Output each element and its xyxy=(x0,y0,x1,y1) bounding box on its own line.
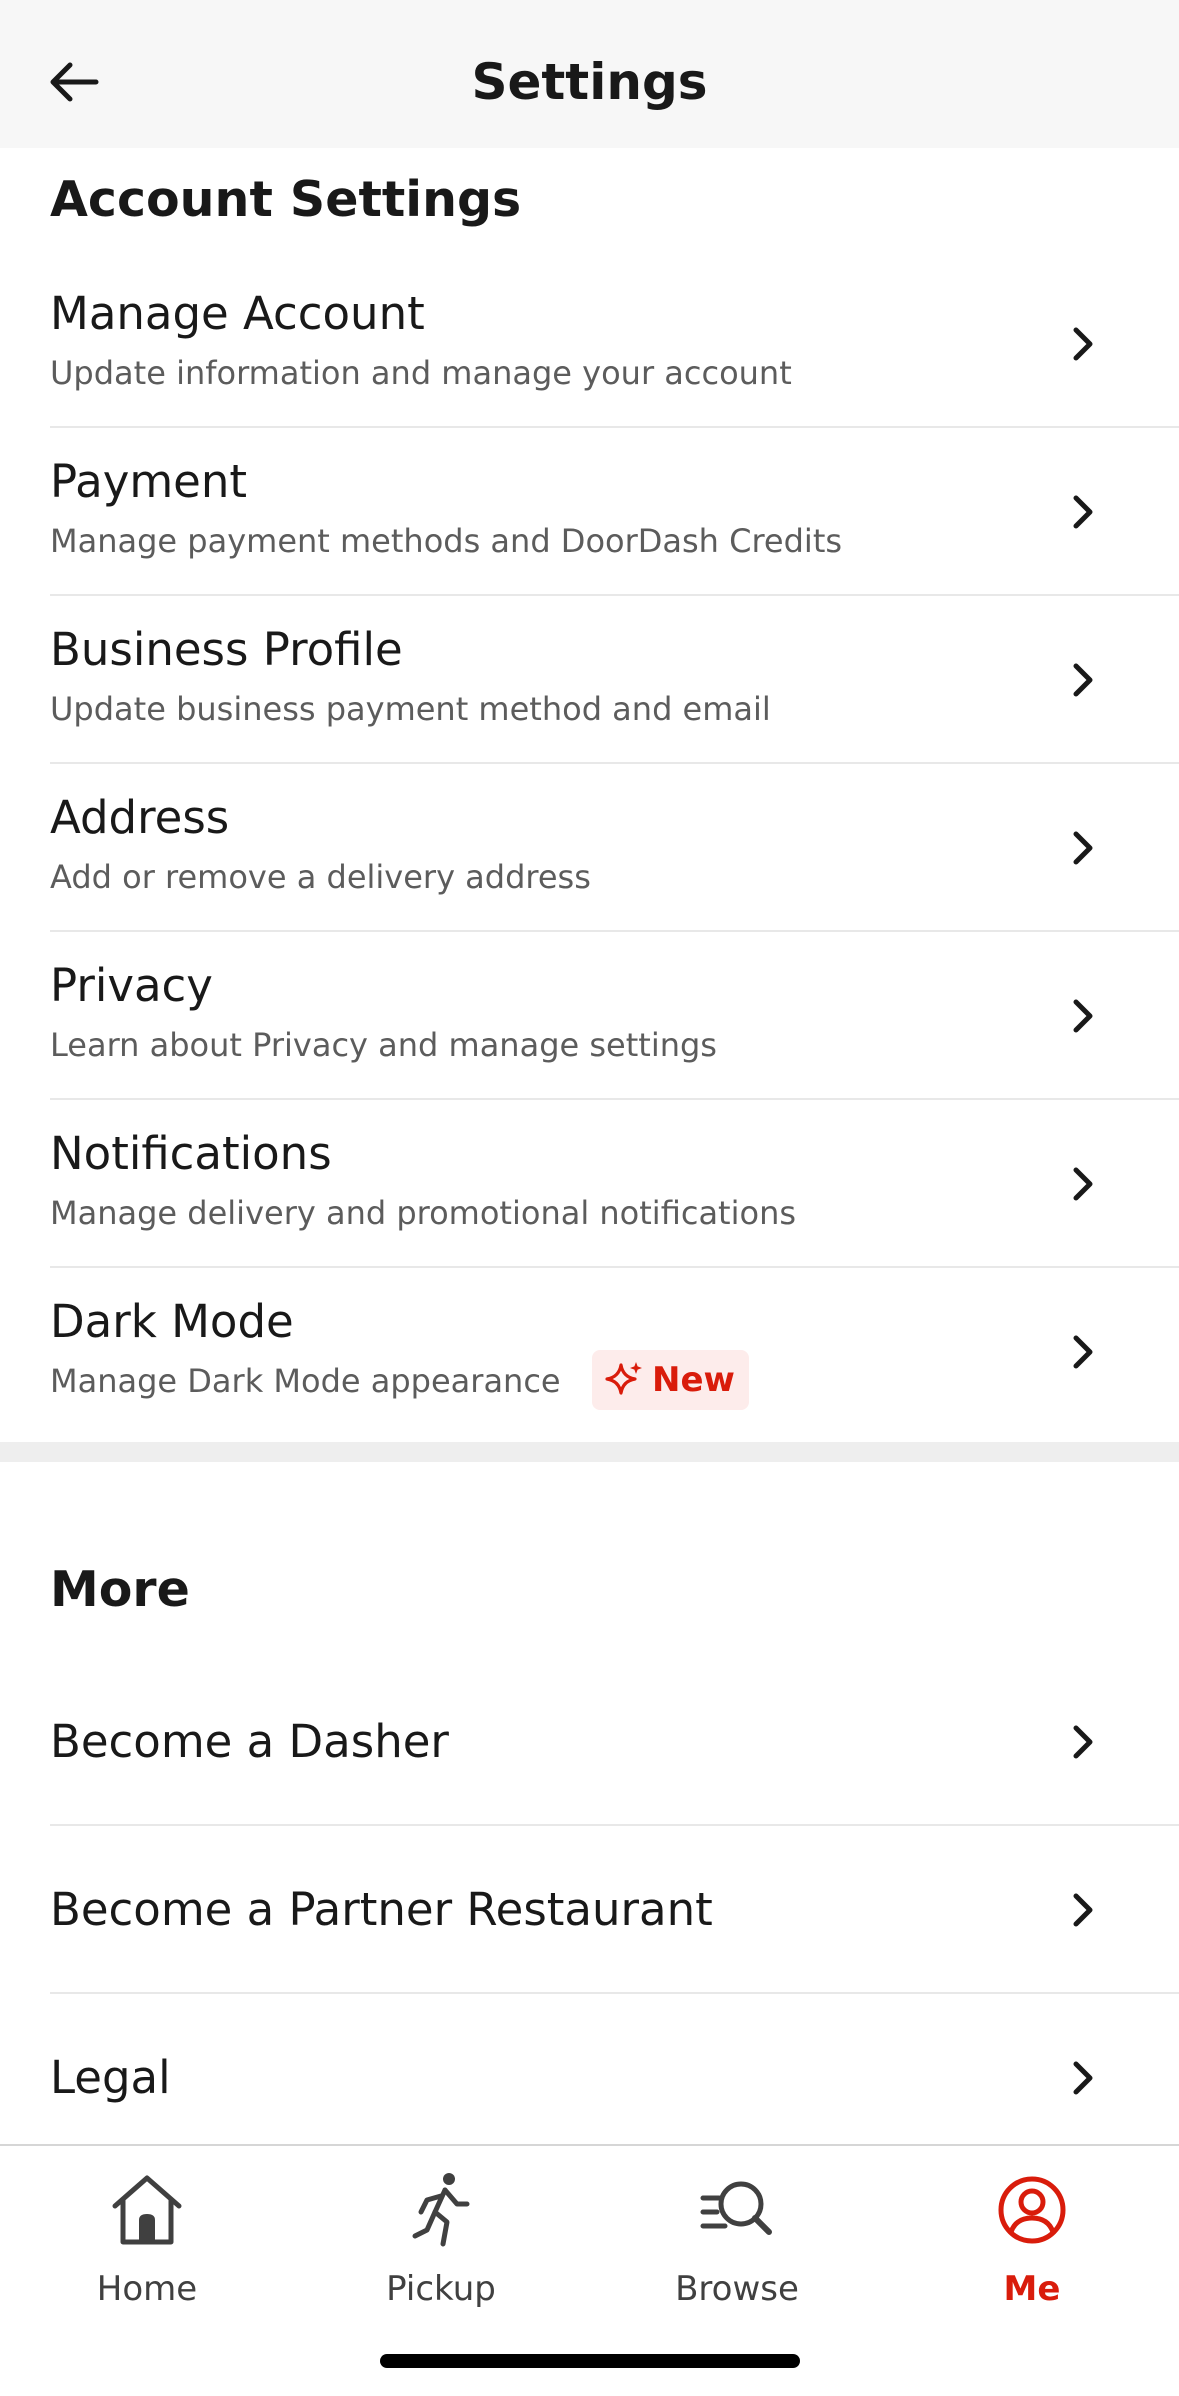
tab-home[interactable]: Home xyxy=(37,2164,257,2324)
sparkle-icon xyxy=(605,1362,642,1395)
settings-item-subtitle: Manage delivery and promotional notifica… xyxy=(50,1194,797,1232)
pickup-icon xyxy=(412,2173,470,2247)
new-badge-label: New xyxy=(652,1360,735,1400)
settings-item-dark-mode[interactable]: Dark Mode Manage Dark Mode appearance Ne… xyxy=(0,1268,1179,1436)
settings-item-address[interactable]: Address Add or remove a delivery address xyxy=(0,764,1179,932)
settings-item-subtitle: Add or remove a delivery address xyxy=(50,858,591,896)
home-icon xyxy=(112,2175,182,2245)
tab-label: Me xyxy=(1003,2269,1061,2309)
chevron-right-icon xyxy=(1073,1893,1093,1927)
tab-me[interactable]: Me xyxy=(922,2164,1142,2324)
me-icon xyxy=(998,2176,1066,2244)
settings-item-notifications[interactable]: Notifications Manage delivery and promot… xyxy=(0,1100,1179,1268)
tab-browse[interactable]: Browse xyxy=(627,2164,847,2324)
header: Settings xyxy=(0,0,1179,148)
tab-label: Home xyxy=(96,2269,198,2309)
settings-item-title: Dark Mode xyxy=(50,1295,294,1348)
chevron-right-icon xyxy=(1073,1725,1093,1759)
settings-item-become-a-dasher[interactable]: Become a Dasher xyxy=(0,1658,1179,1826)
settings-item-business-profile[interactable]: Business Profile Update business payment… xyxy=(0,596,1179,764)
tab-label: Pickup xyxy=(386,2269,496,2309)
settings-item-title: Privacy xyxy=(50,959,213,1012)
home-indicator xyxy=(380,2354,800,2368)
settings-item-title: Become a Dasher xyxy=(50,1715,449,1768)
settings-item-title: Manage Account xyxy=(50,287,425,340)
settings-item-subtitle: Learn about Privacy and manage settings xyxy=(50,1026,717,1064)
chevron-right-icon xyxy=(1073,831,1093,865)
chevron-right-icon xyxy=(1073,495,1093,529)
settings-item-payment[interactable]: Payment Manage payment methods and DoorD… xyxy=(0,428,1179,596)
chevron-right-icon xyxy=(1073,327,1093,361)
settings-item-subtitle: Manage Dark Mode appearance xyxy=(50,1362,561,1400)
settings-item-subtitle: Update information and manage your accou… xyxy=(50,354,792,392)
chevron-right-icon xyxy=(1073,1167,1093,1201)
settings-item-become-a-partner-restaurant[interactable]: Become a Partner Restaurant xyxy=(0,1826,1179,1994)
settings-item-title: Legal xyxy=(50,2051,171,2104)
browse-icon xyxy=(700,2181,772,2235)
settings-item-title: Business Profile xyxy=(50,623,403,676)
settings-item-manage-account[interactable]: Manage Account Update information and ma… xyxy=(0,260,1179,428)
chevron-right-icon xyxy=(1073,999,1093,1033)
settings-item-subtitle: Manage payment methods and DoorDash Cred… xyxy=(50,522,843,560)
new-badge: New xyxy=(592,1350,749,1410)
section-separator xyxy=(0,1442,1179,1462)
tab-label: Browse xyxy=(675,2269,799,2309)
page-title: Settings xyxy=(471,53,708,111)
settings-list[interactable]: Account Settings Manage Account Update i… xyxy=(0,148,1179,2144)
chevron-right-icon xyxy=(1073,2061,1093,2095)
settings-item-title: Notifications xyxy=(50,1127,332,1180)
chevron-right-icon xyxy=(1073,663,1093,697)
settings-item-privacy[interactable]: Privacy Learn about Privacy and manage s… xyxy=(0,932,1179,1100)
settings-item-title: Become a Partner Restaurant xyxy=(50,1883,713,1936)
chevron-right-icon xyxy=(1073,1335,1093,1369)
section-title-account-settings: Account Settings xyxy=(50,171,522,228)
section-title-more: More xyxy=(50,1561,190,1618)
settings-item-legal[interactable]: Legal xyxy=(0,1994,1179,2144)
settings-item-subtitle: Update business payment method and email xyxy=(50,690,771,728)
settings-item-title: Payment xyxy=(50,455,248,508)
tab-pickup[interactable]: Pickup xyxy=(331,2164,551,2324)
settings-item-title: Address xyxy=(50,791,230,844)
